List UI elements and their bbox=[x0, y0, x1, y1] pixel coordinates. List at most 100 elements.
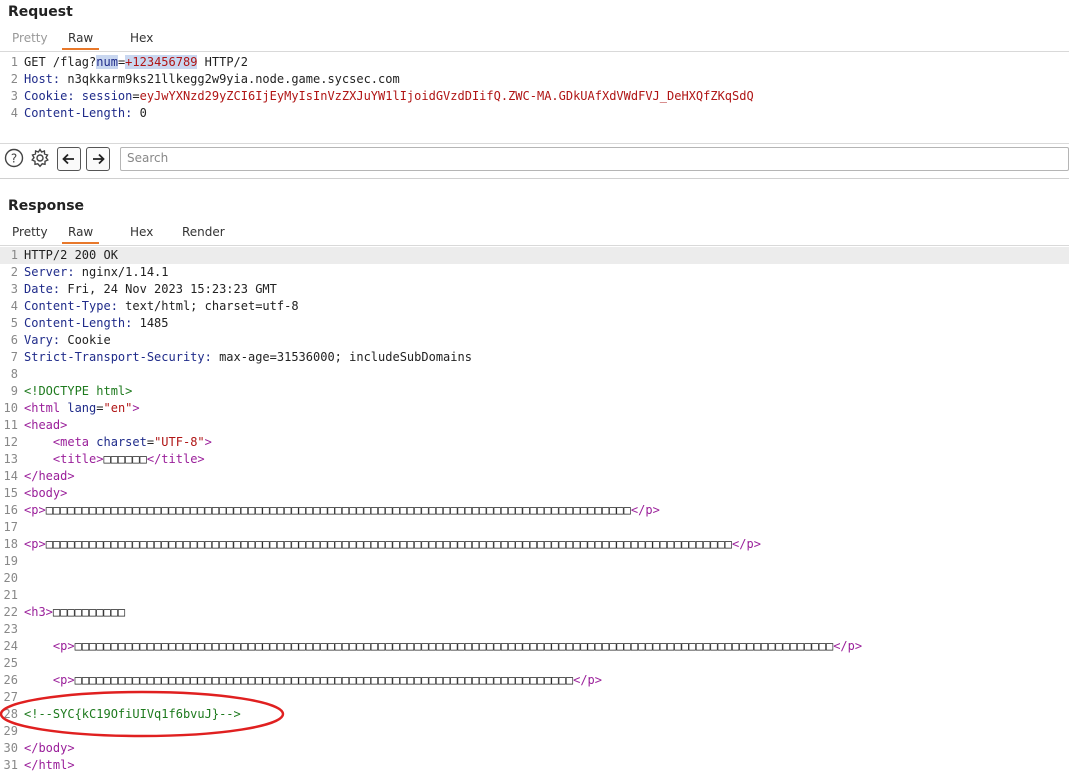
code-token: <h3> bbox=[24, 605, 53, 619]
request-tab-pretty[interactable]: Pretty bbox=[6, 29, 54, 50]
line-text: <title>□□□□□□</title> bbox=[24, 451, 205, 468]
code-token: <html bbox=[24, 401, 68, 415]
code-token: charset bbox=[96, 435, 147, 449]
line-number: 30 bbox=[3, 741, 18, 755]
response-code-line: 11 <head> bbox=[0, 417, 1069, 434]
line-number: 21 bbox=[3, 588, 18, 602]
code-token: Server: bbox=[24, 265, 82, 279]
help-circle-icon[interactable]: ? bbox=[4, 148, 24, 168]
line-number: 26 bbox=[3, 673, 18, 687]
response-code-line: 14 </head> bbox=[0, 468, 1069, 485]
search-placeholder: Search bbox=[127, 151, 169, 165]
response-code-line: 9 <!DOCTYPE html> bbox=[0, 383, 1069, 400]
request-tab-raw[interactable]: Raw bbox=[62, 29, 100, 50]
request-editor[interactable]: 1 GET /flag?num=+123456789 HTTP/2 2 Host: n… bbox=[0, 54, 1069, 122]
response-code-line: 12 <meta charset="UTF-8"> bbox=[0, 434, 1069, 451]
line-number: 2 bbox=[10, 72, 18, 86]
request-code-line: 1 GET /flag?num=+123456789 HTTP/2 bbox=[0, 54, 1069, 71]
request-panel-title: Request bbox=[8, 4, 73, 20]
response-code-line: 23 bbox=[0, 621, 1069, 638]
code-token: <p> bbox=[52, 673, 75, 687]
line-number: 10 bbox=[3, 401, 18, 415]
response-code-line: 15 <body> bbox=[0, 485, 1069, 502]
line-text: HTTP/2 200 OK bbox=[24, 247, 118, 264]
code-token: <p> bbox=[24, 537, 46, 551]
code-token: Host: bbox=[24, 72, 68, 86]
line-text: <p>□□□□□□□□□□□□□□□□□□□□□□□□□□□□□□□□□□□□□… bbox=[24, 672, 602, 689]
code-token: □□□□□□□□□□□□□□□□□□□□□□□□□□□□□□□□□□□□□□□□… bbox=[45, 503, 631, 517]
svg-text:?: ? bbox=[11, 152, 17, 166]
response-code-line: 8 bbox=[0, 366, 1069, 383]
code-token: = bbox=[132, 89, 140, 103]
search-input[interactable]: Search bbox=[120, 147, 1069, 171]
line-text: Cookie: session=eyJwYXNzd29yZCI6IjEyMyIs… bbox=[24, 88, 754, 105]
line-text: </body> bbox=[24, 740, 75, 757]
response-code-line: 7 Strict-Transport-Security: max-age=3153… bbox=[0, 349, 1069, 366]
code-token: +123456789 bbox=[125, 55, 198, 69]
request-toolbar: ? Search bbox=[0, 143, 1069, 174]
line-text: <p>□□□□□□□□□□□□□□□□□□□□□□□□□□□□□□□□□□□□□… bbox=[24, 536, 761, 553]
response-code-line: 31 </html> bbox=[0, 757, 1069, 774]
code-token: □□□□□□□□□□□□□□□□□□□□□□□□□□□□□□□□□□□□□□□□… bbox=[74, 673, 574, 687]
request-tab-hex[interactable]: Hex bbox=[124, 29, 159, 50]
line-number: 25 bbox=[3, 656, 18, 670]
response-code-line: 24 <p>□□□□□□□□□□□□□□□□□□□□□□□□□□□□□□□□□□… bbox=[0, 638, 1069, 655]
code-token: <head> bbox=[24, 418, 68, 432]
line-number: 16 bbox=[3, 503, 18, 517]
response-tab-hex[interactable]: Hex bbox=[124, 223, 159, 244]
code-token: "en" bbox=[103, 401, 133, 415]
line-text: Strict-Transport-Security: max-age=31536… bbox=[24, 349, 472, 366]
line-number: 4 bbox=[10, 106, 18, 120]
line-number: 3 bbox=[10, 282, 18, 296]
response-code-line: 26 <p>□□□□□□□□□□□□□□□□□□□□□□□□□□□□□□□□□□… bbox=[0, 672, 1069, 689]
code-token: □□□□□□□□□□ bbox=[52, 605, 126, 619]
response-code-line: 30 </body> bbox=[0, 740, 1069, 757]
back-button[interactable] bbox=[57, 147, 81, 171]
request-code-line: 4 Content-Length: 0 bbox=[0, 105, 1069, 122]
line-number: 1 bbox=[10, 55, 18, 69]
line-number: 31 bbox=[3, 758, 18, 772]
code-token: Content-Type: bbox=[24, 299, 126, 313]
code-token: HTTP/2 bbox=[197, 55, 248, 69]
response-tab-render[interactable]: Render bbox=[176, 223, 231, 244]
code-token: eyJwYXNzd29yZCI6IjEyMyIsInVzZXJuYW1lIjoi… bbox=[139, 89, 754, 103]
response-code-line: 10 <html lang="en"> bbox=[0, 400, 1069, 417]
code-token: Cookie bbox=[67, 333, 111, 347]
code-token: HTTP/2 200 OK bbox=[24, 248, 118, 262]
gear-icon[interactable] bbox=[30, 148, 50, 168]
code-token: <p> bbox=[52, 639, 75, 653]
code-token: </p> bbox=[630, 503, 660, 517]
line-number: 23 bbox=[3, 622, 18, 636]
line-text: <h3>□□□□□□□□□□ bbox=[24, 604, 125, 621]
response-tab-raw[interactable]: Raw bbox=[62, 223, 100, 244]
code-token: □□□□□□ bbox=[103, 452, 147, 466]
response-code-line: 16 <p>□□□□□□□□□□□□□□□□□□□□□□□□□□□□□□□□□□□… bbox=[0, 502, 1069, 519]
response-tab-pretty[interactable]: Pretty bbox=[6, 223, 54, 244]
code-token: = bbox=[96, 401, 104, 415]
line-number: 4 bbox=[10, 299, 18, 313]
line-text: Server: nginx/1.14.1 bbox=[24, 264, 169, 281]
code-token: n3qkkarm9ks21llkegg2w9yia.node.game.sycs… bbox=[67, 72, 400, 86]
line-text: Content-Length: 0 bbox=[24, 105, 147, 122]
code-token: <p> bbox=[24, 503, 46, 517]
code-token: </p> bbox=[833, 639, 863, 653]
response-code-line: 1 HTTP/2 200 OK bbox=[0, 247, 1069, 264]
response-code-line: 19 bbox=[0, 553, 1069, 570]
forward-button[interactable] bbox=[86, 147, 110, 171]
code-token: text/html; charset=utf-8 bbox=[125, 299, 299, 313]
code-token: <!DOCTYPE html> bbox=[24, 384, 133, 398]
code-token: Content-Length: bbox=[24, 106, 140, 120]
line-number: 7 bbox=[10, 350, 18, 364]
line-number: 2 bbox=[10, 265, 18, 279]
line-text: <p>□□□□□□□□□□□□□□□□□□□□□□□□□□□□□□□□□□□□□… bbox=[24, 502, 660, 519]
response-code-line: 6 Vary: Cookie bbox=[0, 332, 1069, 349]
code-token: > bbox=[204, 435, 212, 449]
code-token: □□□□□□□□□□□□□□□□□□□□□□□□□□□□□□□□□□□□□□□□… bbox=[74, 639, 834, 653]
response-tab-bar: Pretty Raw Hex Render bbox=[0, 223, 1069, 246]
code-token: </p> bbox=[732, 537, 761, 551]
line-number: 24 bbox=[3, 639, 18, 653]
line-number: 5 bbox=[10, 316, 18, 330]
code-token: Vary: bbox=[24, 333, 68, 347]
